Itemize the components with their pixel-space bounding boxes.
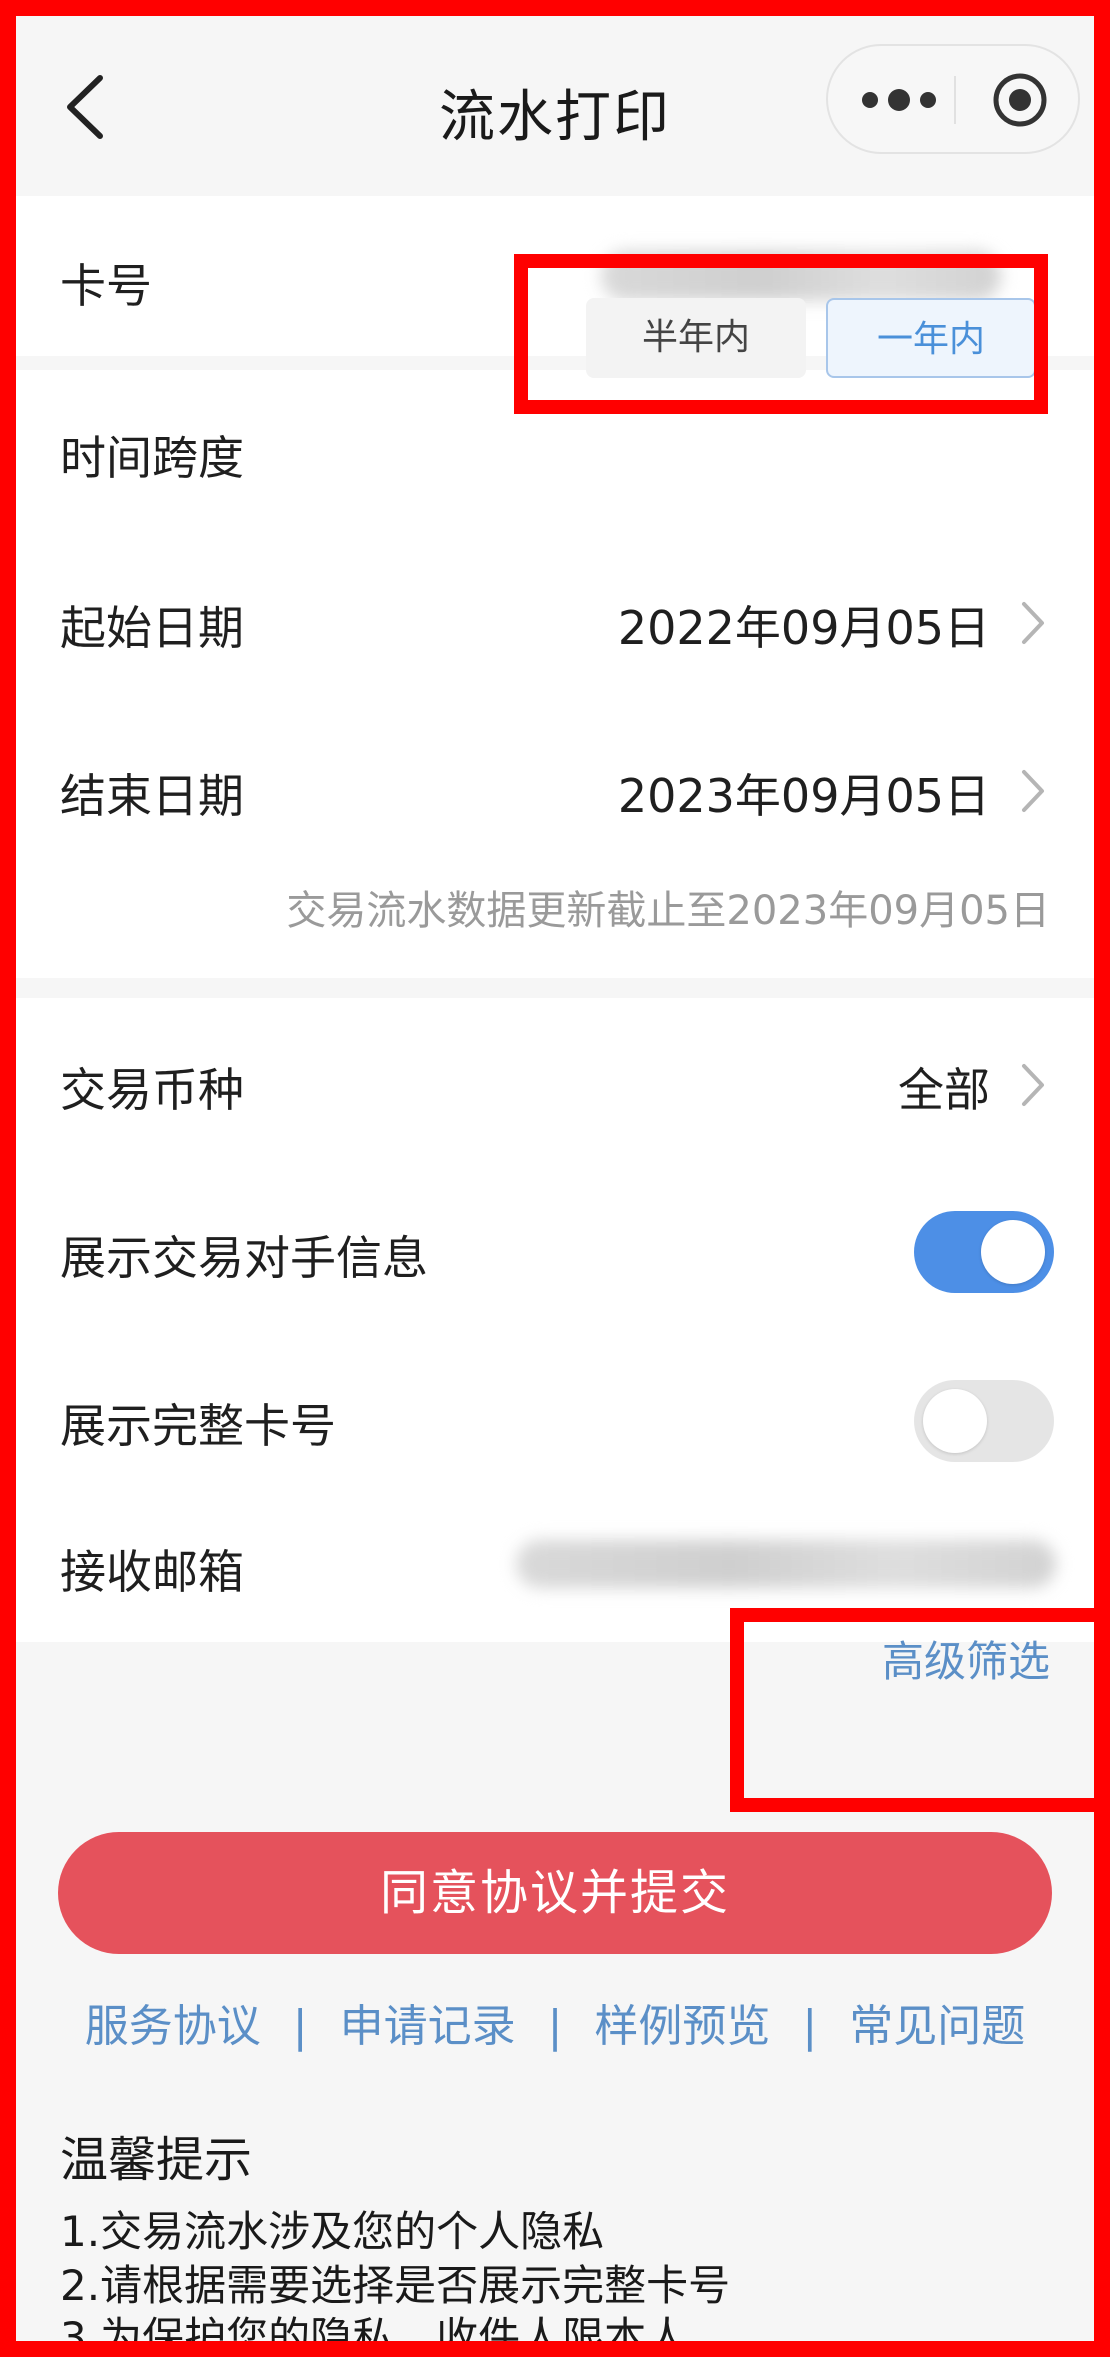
end-date-label: 结束日期 xyxy=(60,769,244,823)
chevron-right-icon[interactable] xyxy=(1016,766,1050,816)
link-separator: | xyxy=(802,2001,818,2052)
highlight-box-advanced-filter xyxy=(730,1608,1094,1812)
link-separator: | xyxy=(292,2001,308,2052)
start-date-label: 起始日期 xyxy=(60,601,244,655)
data-update-note: 交易流水数据更新截止至2023年09月05日 xyxy=(286,888,1050,934)
highlight-box-time-span xyxy=(514,254,1048,414)
tips-line: 1.交易流水涉及您的个人隐私 xyxy=(60,2207,605,2256)
mini-program-capsule xyxy=(826,44,1080,154)
show-full-card-label: 展示完整卡号 xyxy=(60,1399,336,1453)
toggle-knob xyxy=(923,1389,987,1453)
show-full-card-toggle[interactable] xyxy=(914,1380,1054,1462)
currency-value[interactable]: 全部 xyxy=(898,1054,990,1120)
link-application-records[interactable]: 申请记录 xyxy=(340,2001,516,2052)
chevron-right-icon[interactable] xyxy=(1016,598,1050,648)
card-number-label: 卡号 xyxy=(60,259,152,313)
time-span-label: 时间跨度 xyxy=(60,431,244,485)
link-separator: | xyxy=(547,2001,563,2052)
show-counterparty-toggle[interactable] xyxy=(914,1211,1054,1293)
nav-bar: 流水打印 xyxy=(16,16,1094,186)
currency-label: 交易币种 xyxy=(60,1063,244,1117)
link-service-agreement[interactable]: 服务协议 xyxy=(85,2001,261,2052)
tips-title: 温馨提示 xyxy=(60,2132,253,2188)
tips-line: 3.为保护您的隐私，收件人限本人 xyxy=(60,2313,689,2341)
submit-button[interactable]: 同意协议并提交 xyxy=(58,1832,1052,1954)
screen: 流水打印 卡号 时间跨度 半年内 一年内 起始日期 2022年09月05日 结束… xyxy=(16,16,1094,2341)
end-date-value[interactable]: 2023年09月05日 xyxy=(618,760,990,826)
target-circle-icon[interactable] xyxy=(988,68,1052,132)
chevron-right-icon[interactable] xyxy=(1016,1060,1050,1110)
footer-links: 服务协议 | 申请记录 | 样例预览 | 常见问题 xyxy=(16,1990,1094,2054)
more-dots-icon[interactable] xyxy=(854,82,944,118)
capsule-divider xyxy=(954,76,956,124)
email-value-blurred[interactable] xyxy=(516,1540,1056,1588)
show-counterparty-label: 展示交易对手信息 xyxy=(60,1231,428,1285)
email-label: 接收邮箱 xyxy=(60,1545,244,1599)
link-faq[interactable]: 常见问题 xyxy=(849,2001,1025,2052)
start-date-value[interactable]: 2022年09月05日 xyxy=(618,592,990,658)
link-sample-preview[interactable]: 样例预览 xyxy=(594,2001,770,2052)
toggle-knob xyxy=(981,1220,1045,1284)
